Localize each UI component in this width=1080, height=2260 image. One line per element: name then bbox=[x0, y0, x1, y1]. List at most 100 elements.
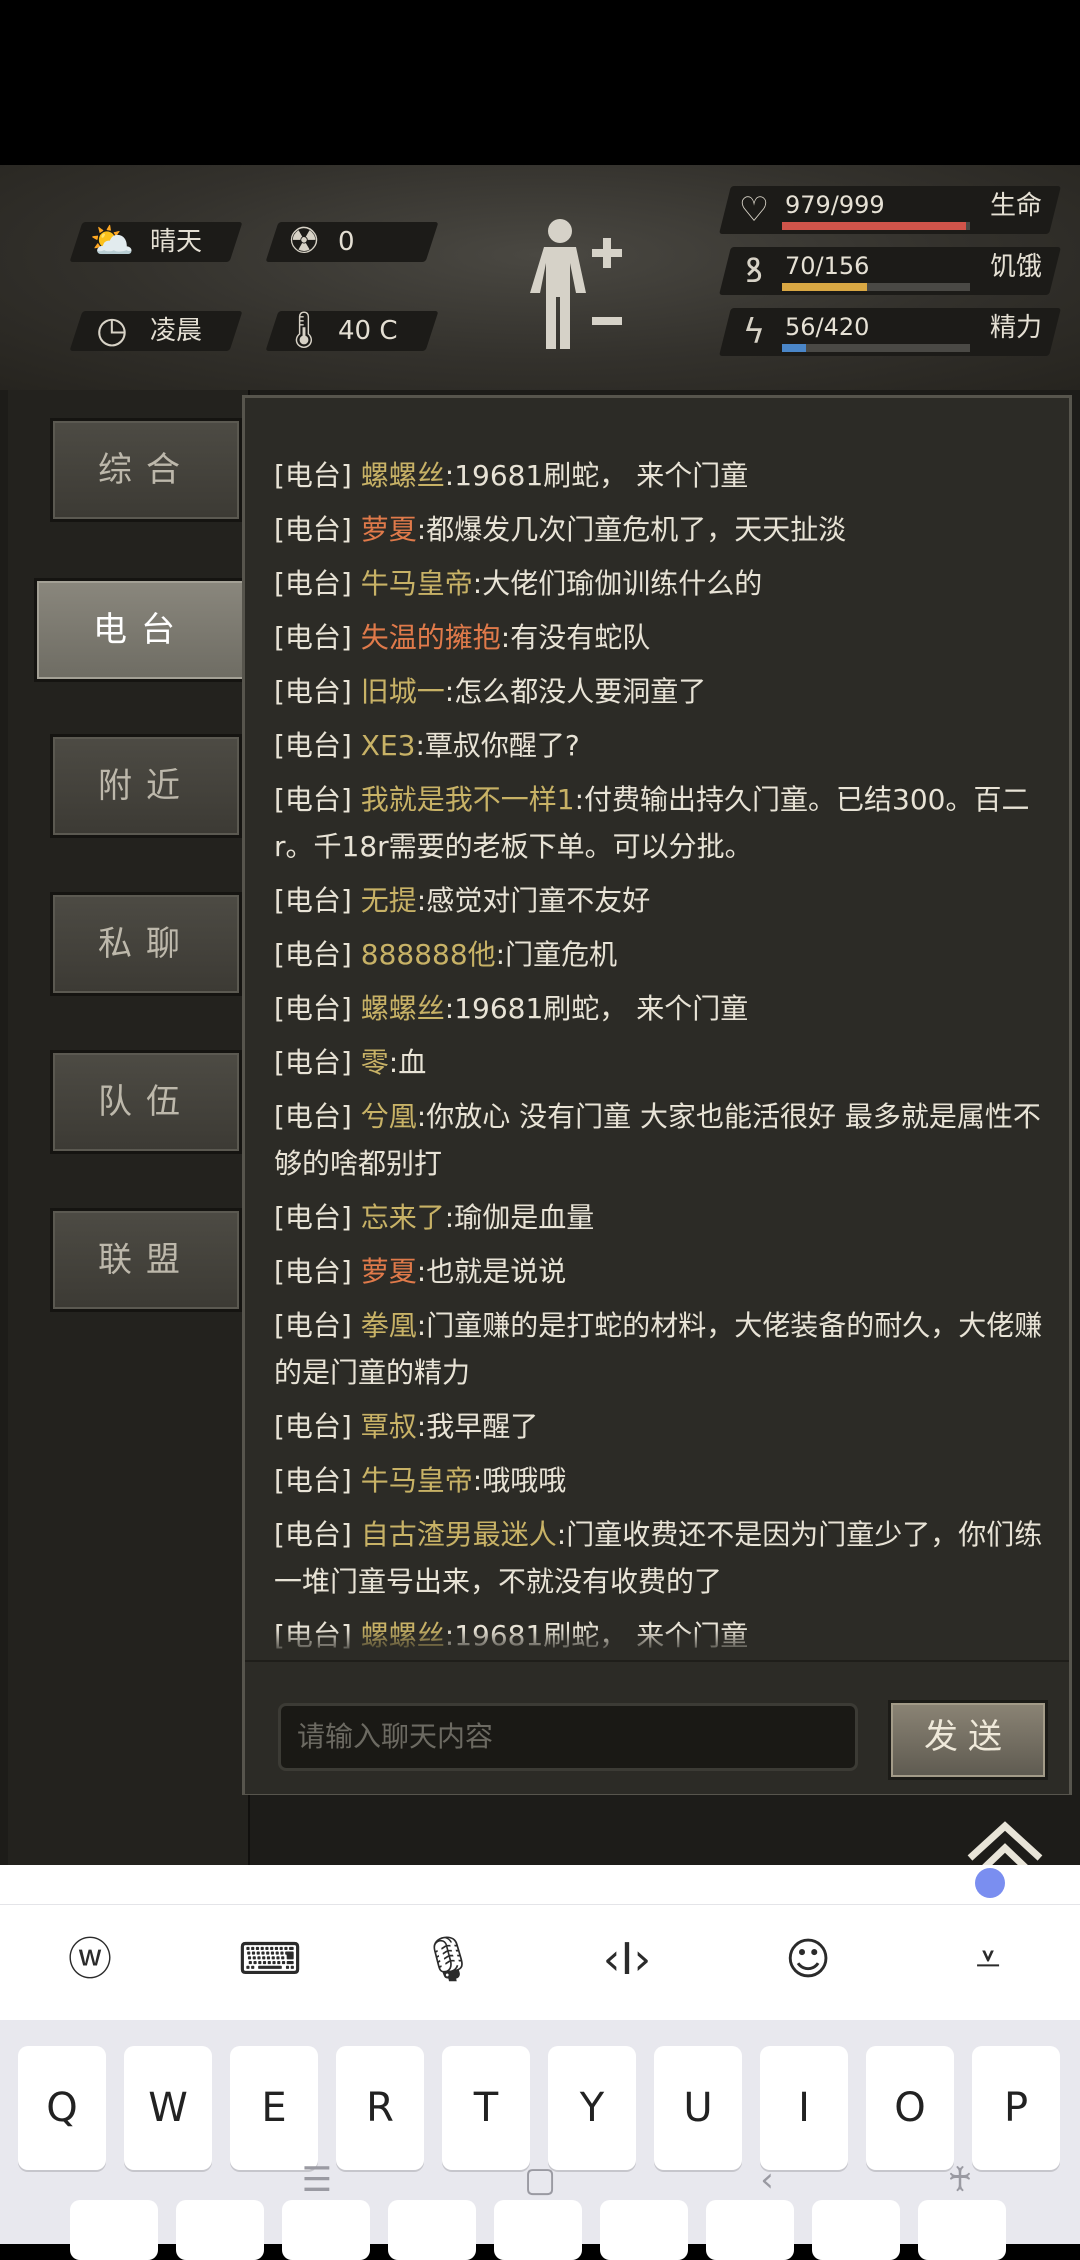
chat-username[interactable]: 牛马皇帝 bbox=[361, 567, 473, 600]
channel-tag: [电台] bbox=[274, 1309, 352, 1342]
collapse-icon[interactable]: ⩡ bbox=[953, 1928, 1023, 1992]
back-icon[interactable]: ‹ bbox=[742, 2160, 792, 2200]
chat-message: [电台] 兮凰:你放心 没有门童 大家也能活很好 最多就是属性不够的啥都别打 bbox=[274, 1093, 1054, 1187]
chat-username[interactable]: 萝夏 bbox=[361, 513, 417, 546]
key-p[interactable]: P bbox=[972, 2046, 1060, 2170]
key-row2[interactable] bbox=[600, 2200, 688, 2260]
chat-text: :有没有蛇队 bbox=[500, 621, 651, 654]
key-o[interactable]: O bbox=[866, 2046, 954, 2170]
key-row2[interactable] bbox=[812, 2200, 900, 2260]
energy-value: 56/420 bbox=[785, 313, 870, 341]
hunger-value: 70/156 bbox=[785, 252, 870, 280]
chat-message: [电台] 旧城一:怎么都没人要洞童了 bbox=[274, 668, 1054, 715]
tab-radio[interactable]: 电台 bbox=[34, 578, 248, 682]
keyboard-toolbar bbox=[0, 1865, 1080, 2020]
key-q[interactable]: Q bbox=[18, 2046, 106, 2170]
chat-message: [电台] 忘来了:瑜伽是血量 bbox=[274, 1194, 1054, 1241]
chat-username[interactable]: 无提 bbox=[361, 884, 417, 917]
body-figure-icon[interactable] bbox=[520, 215, 630, 355]
key-i[interactable]: I bbox=[760, 2046, 848, 2170]
chat-username[interactable]: 牛马皇帝 bbox=[361, 1464, 473, 1497]
chat-message: [电台] 螺螺丝:19681刷蛇， 来个门童 bbox=[274, 452, 1054, 499]
channel-tag: [电台] bbox=[274, 1201, 352, 1234]
chat-message: [电台] 零:血 bbox=[274, 1039, 1054, 1086]
tab-private[interactable]: 私聊 bbox=[50, 892, 242, 996]
temperature-value: 40 C bbox=[338, 316, 398, 346]
time-label: 凌晨 bbox=[150, 316, 203, 346]
channel-tag: [电台] bbox=[274, 621, 352, 654]
key-row2[interactable] bbox=[706, 2200, 794, 2260]
chat-text: :19681刷蛇， 来个门童 bbox=[444, 992, 749, 1025]
chat-message: [电台] 萝夏:都爆发几次门童危机了，天天扯淡 bbox=[274, 506, 1054, 553]
microphone-icon[interactable]: 🎙 bbox=[413, 1928, 483, 1992]
chat-text: :大佬们瑜伽训练什么的 bbox=[472, 567, 763, 600]
chat-username[interactable]: XE3 bbox=[361, 729, 416, 762]
key-r[interactable]: R bbox=[336, 2046, 424, 2170]
menu-icon[interactable]: ☰ bbox=[292, 2160, 342, 2200]
chat-username[interactable]: 失温的擁抱 bbox=[361, 621, 501, 654]
chat-text: :血 bbox=[388, 1046, 427, 1079]
key-row2[interactable] bbox=[494, 2200, 582, 2260]
channel-tag: [电台] bbox=[274, 1046, 352, 1079]
key-row2[interactable] bbox=[176, 2200, 264, 2260]
energy-label: 精力 bbox=[990, 313, 1043, 343]
chat-username[interactable]: 覃叔 bbox=[361, 1410, 417, 1443]
chat-username[interactable]: 萝夏 bbox=[361, 1255, 417, 1288]
weather-label: 晴天 bbox=[150, 227, 203, 257]
channel-tag: [电台] bbox=[274, 1518, 352, 1551]
chat-message: [电台] 拳凰:门童赚的是打蛇的材料，大佬装备的耐久，大佬赚的是门童的精力 bbox=[274, 1302, 1054, 1396]
channel-tag: [电台] bbox=[274, 884, 352, 917]
key-e[interactable]: E bbox=[230, 2046, 318, 2170]
cursor-icon[interactable]: ‹I› bbox=[592, 1928, 662, 1992]
chat-message: [电台] 888888他:门童危机 bbox=[274, 931, 1054, 978]
health-bar bbox=[782, 222, 970, 230]
chat-username[interactable]: 零 bbox=[361, 1046, 389, 1079]
channel-tag: [电台] bbox=[274, 675, 352, 708]
channel-tag: [电台] bbox=[274, 938, 352, 971]
key-y[interactable]: Y bbox=[548, 2046, 636, 2170]
mascot-icon[interactable] bbox=[975, 1868, 1005, 1898]
stomach-icon: ꝸ bbox=[745, 251, 763, 291]
home-icon[interactable]: ▢ bbox=[515, 2160, 565, 2200]
chat-username[interactable]: 旧城一 bbox=[361, 675, 445, 708]
key-row2[interactable] bbox=[282, 2200, 370, 2260]
send-button[interactable]: 发送 bbox=[888, 1700, 1048, 1780]
chat-username[interactable]: 忘来了 bbox=[361, 1201, 445, 1234]
tab-alliance[interactable]: 联盟 bbox=[50, 1208, 242, 1312]
key-w[interactable]: W bbox=[124, 2046, 212, 2170]
key-row2[interactable] bbox=[918, 2200, 1006, 2260]
tab-team[interactable]: 队伍 bbox=[50, 1050, 242, 1154]
chat-log[interactable]: [电台] 螺螺丝:19681刷蛇， 来个门童 [电台] 萝夏:都爆发几次门童危机了… bbox=[242, 415, 1062, 1655]
emoji-icon[interactable]: ☺ bbox=[773, 1928, 843, 1992]
keyboard-icon[interactable]: ⌨ bbox=[235, 1928, 305, 1992]
chat-fade-bottom bbox=[245, 1630, 1069, 1655]
chat-message: [电台] XE3:覃叔你醒了? bbox=[274, 722, 1054, 769]
chat-message: [电台] 萝夏:也就是说说 bbox=[274, 1248, 1054, 1295]
tab-general[interactable]: 综合 bbox=[50, 418, 242, 522]
chat-message: [电台] 牛马皇帝:大佬们瑜伽训练什么的 bbox=[274, 560, 1054, 607]
chat-username[interactable]: 888888他 bbox=[361, 938, 496, 971]
chat-message: [电台] 自古渣男最迷人:门童收费还不是因为门童少了，你们练一堆门童号出来，不就… bbox=[274, 1511, 1054, 1605]
accessibility-icon[interactable]: ♰ bbox=[935, 2160, 985, 2200]
key-t[interactable]: T bbox=[442, 2046, 530, 2170]
chat-username[interactable]: 我就是我不一样1 bbox=[361, 783, 575, 816]
chat-text: :门童危机 bbox=[495, 938, 618, 971]
chat-input[interactable]: 请输入聊天内容 bbox=[278, 1703, 858, 1771]
expand-up-icon[interactable] bbox=[960, 1810, 1050, 1870]
chat-username[interactable]: 螺螺丝 bbox=[361, 459, 445, 492]
thermometer-icon: 🌡 bbox=[281, 310, 327, 351]
chat-username[interactable]: 兮凰 bbox=[361, 1100, 417, 1133]
handwriting-icon[interactable]: ⓦ bbox=[55, 1928, 125, 1992]
chat-username[interactable]: 螺螺丝 bbox=[361, 992, 445, 1025]
key-row2[interactable] bbox=[70, 2200, 158, 2260]
chat-text: :瑜伽是血量 bbox=[444, 1201, 595, 1234]
chat-message: [电台] 无提:感觉对门童不友好 bbox=[274, 877, 1054, 924]
heart-icon: ♡ bbox=[738, 190, 770, 230]
key-row2[interactable] bbox=[388, 2200, 476, 2260]
key-u[interactable]: U bbox=[654, 2046, 742, 2170]
chat-username[interactable]: 自古渣男最迷人 bbox=[361, 1518, 557, 1551]
tab-nearby[interactable]: 附近 bbox=[50, 734, 242, 838]
chat-username[interactable]: 拳凰 bbox=[361, 1309, 417, 1342]
chat-message: [电台] 牛马皇帝:哦哦哦 bbox=[274, 1457, 1054, 1504]
health-value: 979/999 bbox=[785, 191, 885, 219]
